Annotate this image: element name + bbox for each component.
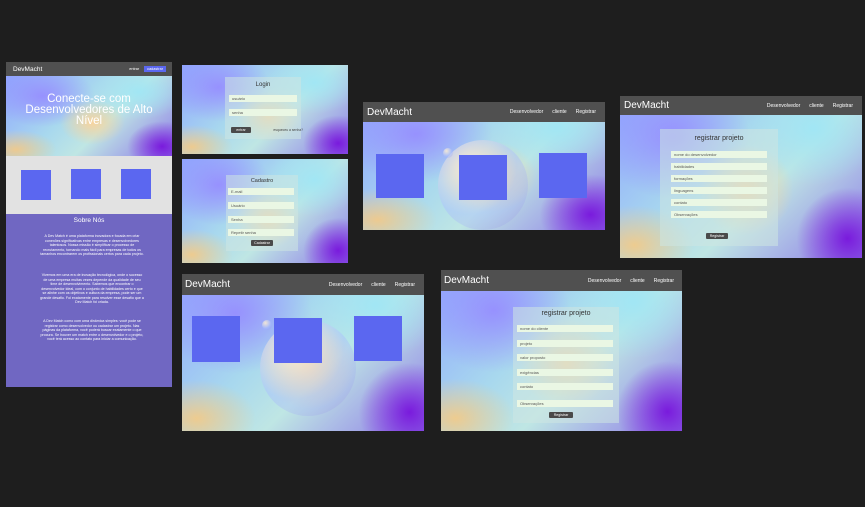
home-navbar: DevMacht Desenvolvedor cliente Registrar [363, 102, 605, 122]
developer-form-title: registrar projeto [694, 135, 744, 142]
client-name-input[interactable]: nome do cliente [517, 325, 613, 332]
nav-signup-button[interactable]: cadastrar [144, 66, 166, 72]
brand-logo[interactable]: DevMacht [444, 275, 489, 286]
hero-section: Conecte-se com Desenvolvedores de Alto N… [6, 76, 172, 156]
nav-developer-link[interactable]: Desenvolvedor [588, 278, 621, 284]
profile-card[interactable] [376, 154, 424, 198]
developer-name-input[interactable]: nome do desenvolvedor [671, 151, 767, 158]
about-paragraph: A Dev Match como com uma dinâmica simple… [40, 319, 144, 341]
nav-developer-link[interactable]: Desenvolvedor [329, 282, 362, 288]
login-submit-button[interactable]: entrar [231, 127, 251, 133]
login-frame: Login usuário senha entrar esqueceu a se… [182, 65, 348, 154]
profile-card[interactable] [354, 316, 402, 361]
landing-frame: DevMacht entrar cadastrar Conecte-se com… [6, 62, 172, 387]
feature-card [71, 169, 101, 199]
feature-card [121, 169, 151, 199]
developer-contact-input[interactable]: contato [671, 199, 767, 206]
login-title: Login [255, 82, 271, 88]
about-paragraph: Vivemos em uma era de inovação tecnológi… [40, 273, 144, 304]
client-navbar: DevMacht Desenvolvedor cliente Registrar [441, 270, 682, 291]
client-register-button[interactable]: Registrar [549, 412, 573, 418]
nav-register-link[interactable]: Registrar [576, 109, 596, 115]
client-requirements-input[interactable]: exigências [517, 369, 613, 376]
decorative-small-sphere [443, 148, 453, 158]
profile-card[interactable] [459, 155, 507, 200]
client-form-panel: registrar projeto nome do cliente projet… [513, 307, 619, 423]
home-frame: DevMacht Desenvolvedor cliente Registrar [363, 102, 605, 230]
features-strip [6, 156, 172, 214]
developer-skills-input[interactable]: habilidades [671, 163, 767, 170]
home-navbar: DevMacht Desenvolvedor cliente Registrar [182, 274, 424, 295]
login-password-input[interactable]: senha [229, 109, 297, 116]
developer-navbar: DevMacht Desenvolvedor cliente Registrar [620, 96, 862, 115]
signup-frame: Cadastro E-mail Usuário Senha Repetir se… [182, 159, 348, 263]
login-panel: Login usuário senha entrar esqueceu a se… [225, 77, 303, 139]
developer-notes-input[interactable]: Observações [671, 211, 767, 218]
feature-card [21, 170, 51, 200]
nav-developer-link[interactable]: Desenvolvedor [510, 109, 543, 115]
client-proposed-value-input[interactable]: valor proposto [517, 354, 613, 361]
nav-developer-link[interactable]: Desenvolvedor [767, 103, 800, 109]
signup-password-input[interactable]: Senha [228, 216, 294, 223]
nav-client-link[interactable]: cliente [809, 103, 823, 109]
signup-submit-button[interactable]: Cadastrar [251, 240, 273, 246]
signup-title: Cadastro [250, 178, 274, 184]
developer-register-frame: DevMacht Desenvolvedor cliente Registrar… [620, 96, 862, 258]
signup-panel: Cadastro E-mail Usuário Senha Repetir se… [226, 175, 298, 251]
profile-card[interactable] [539, 153, 587, 198]
decorative-small-sphere [262, 320, 272, 330]
client-notes-input[interactable]: Observações [517, 400, 613, 407]
nav-login-link[interactable]: entrar [129, 67, 139, 71]
brand-logo[interactable]: DevMacht [624, 100, 669, 111]
signup-email-input[interactable]: E-mail [228, 188, 294, 195]
client-project-input[interactable]: projeto [517, 340, 613, 347]
home-frame-variant: DevMacht Desenvolvedor cliente Registrar [182, 274, 424, 431]
signup-user-input[interactable]: Usuário [228, 202, 294, 209]
brand-logo[interactable]: DevMacht [185, 279, 230, 290]
client-contact-input[interactable]: contato [517, 383, 613, 390]
forgot-password-link[interactable]: esqueceu a senha? [273, 128, 303, 132]
nav-client-link[interactable]: cliente [630, 278, 644, 284]
landing-navbar: DevMacht entrar cadastrar [6, 62, 172, 76]
client-form-title: registrar projeto [541, 310, 591, 317]
profile-card[interactable] [192, 316, 240, 362]
developer-form-panel: registrar projeto nome do desenvolvedor … [660, 129, 778, 246]
nav-client-link[interactable]: cliente [552, 109, 566, 115]
hero-title: Conecte-se com Desenvolvedores de Alto N… [25, 93, 153, 127]
nav-client-link[interactable]: cliente [371, 282, 385, 288]
signup-repeat-password-input[interactable]: Repetir senha [228, 229, 294, 236]
client-register-frame: DevMacht Desenvolvedor cliente Registrar… [441, 270, 682, 431]
developer-education-input[interactable]: formações [671, 175, 767, 182]
nav-register-link[interactable]: Registrar [833, 103, 853, 109]
login-user-input[interactable]: usuário [229, 95, 297, 102]
about-paragraph: A Dev Match é uma plataforma inovadora e… [40, 234, 144, 256]
about-title: Sobre Nós [73, 217, 105, 224]
nav-register-link[interactable]: Registrar [395, 282, 415, 288]
brand-logo[interactable]: DevMacht [13, 66, 42, 73]
developer-register-button[interactable]: Registrar [706, 233, 728, 239]
developer-languages-input[interactable]: linguagens [671, 187, 767, 194]
brand-logo[interactable]: DevMacht [367, 107, 412, 118]
profile-card[interactable] [274, 318, 322, 363]
nav-register-link[interactable]: Registrar [654, 278, 674, 284]
